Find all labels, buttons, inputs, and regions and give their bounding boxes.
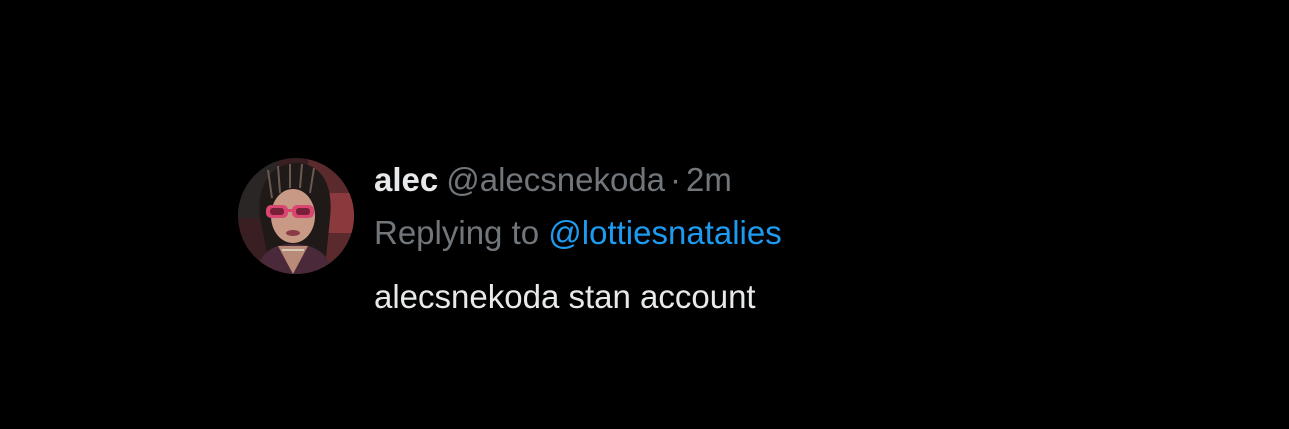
- tweet-reply[interactable]: alec @alecsnekoda · 2m Replying to @lotties…: [238, 158, 1238, 328]
- separator-dot: ·: [670, 161, 682, 198]
- replying-prefix: Replying to: [374, 214, 540, 251]
- avatar[interactable]: [238, 158, 354, 274]
- user-handle[interactable]: @alecsnekoda: [446, 161, 665, 198]
- timestamp[interactable]: 2m: [686, 161, 732, 198]
- tweet-text: alecsnekoda stan account: [374, 278, 756, 315]
- display-name[interactable]: alec: [374, 161, 438, 198]
- reply-target-link[interactable]: @lottiesnatalies: [548, 214, 781, 251]
- replying-to-line: Replying to @lottiesnatalies: [374, 213, 782, 253]
- tweet-header: alec @alecsnekoda · 2m: [374, 160, 732, 200]
- avatar-photo: [238, 158, 354, 274]
